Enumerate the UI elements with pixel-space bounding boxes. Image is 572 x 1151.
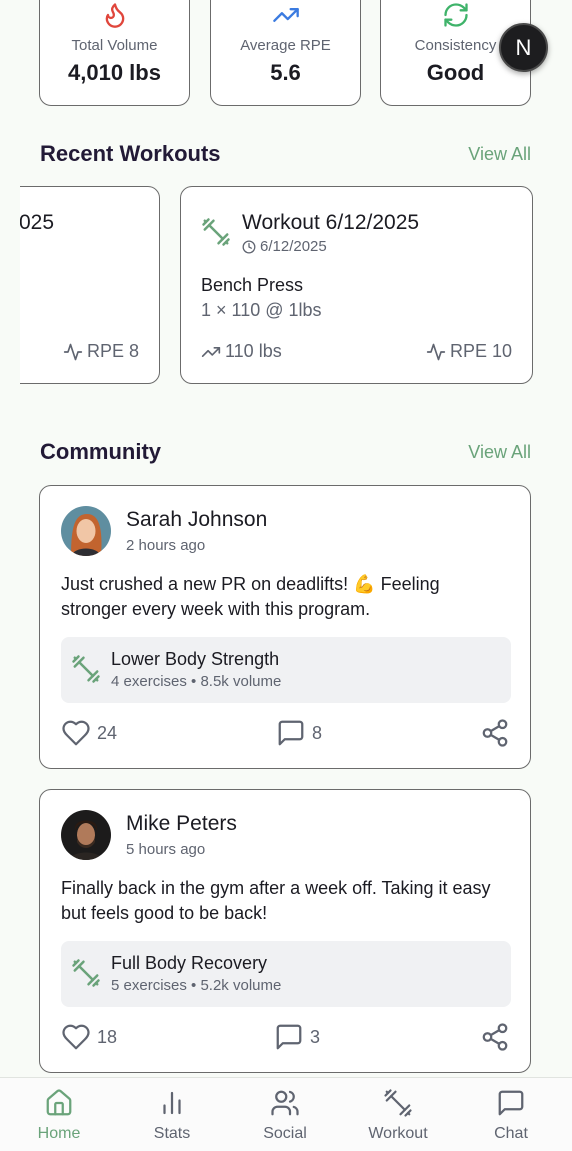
workout-title: Workout 6/12/2025 (242, 211, 420, 234)
shared-workout-meta: 4 exercises • 8.5k volume (111, 673, 282, 690)
dumbbell-icon (72, 959, 100, 987)
nav-item-workout[interactable]: Workout (341, 1078, 455, 1151)
nav-label: Chat (494, 1125, 528, 1142)
workout-title: 025 (20, 211, 55, 234)
like-button[interactable]: 18 (61, 1022, 117, 1052)
like-count: 18 (97, 1026, 118, 1047)
bar-chart-icon (163, 1091, 181, 1115)
share-icon (482, 719, 508, 747)
share-icon (482, 1023, 508, 1051)
post-author-name[interactable]: Sarah Johnson (126, 508, 267, 532)
bottom-nav: Home Stats Social Workout Chat (0, 1077, 572, 1151)
stat-card-total-volume: Total Volume 4,010 lbs (39, 0, 190, 106)
workout-volume-value: 110 lbs (225, 341, 282, 361)
workout-rpe-value: RPE 8 (86, 341, 139, 361)
clock-icon (242, 240, 256, 253)
workout-date-value: 6/12/2025 (260, 238, 327, 255)
shared-workout-name: Full Body Recovery (111, 953, 268, 973)
like-button[interactable]: 24 (61, 718, 117, 748)
community-post: Sarah Johnson 2 hours ago Just crushed a… (39, 485, 531, 769)
trending-up-icon (272, 8, 299, 23)
post-author-name[interactable]: Mike Peters (126, 812, 237, 836)
community-post: Mike Peters 5 hours ago Finally back in … (39, 789, 531, 1073)
post-text: Finally back in the gym after a week off… (61, 878, 491, 923)
shared-workout[interactable]: Full Body Recovery 5 exercises • 5.2k vo… (61, 941, 511, 1007)
nav-item-chat[interactable]: Chat (454, 1078, 568, 1151)
nav-item-home[interactable]: Home (2, 1078, 116, 1151)
comment-button[interactable]: 8 (276, 718, 322, 748)
comment-count: 3 (310, 1026, 321, 1047)
avatar[interactable] (61, 810, 111, 860)
dumbbell-icon (72, 655, 100, 683)
activity-icon (63, 343, 83, 360)
refresh-icon (443, 3, 468, 27)
stat-card-average-rpe: Average RPE 5.6 (210, 0, 361, 106)
share-button[interactable] (480, 718, 510, 748)
exercise-sets: 1 × 110 @ 1lbs (201, 300, 322, 320)
nav-label: Social (263, 1125, 307, 1142)
nav-item-stats[interactable]: Stats (115, 1078, 229, 1151)
profile-avatar-button[interactable]: N (499, 23, 548, 72)
share-button[interactable] (480, 1022, 510, 1052)
stat-label: Average RPE (240, 37, 331, 54)
stat-value: 4,010 lbs (68, 60, 161, 85)
trending-up-icon (201, 346, 221, 357)
nav-label: Workout (368, 1125, 428, 1142)
exercise-name: Bench Press (201, 275, 304, 295)
workout-rpe: RPE 8 (63, 341, 139, 362)
shared-workout[interactable]: Lower Body Strength 4 exercises • 8.5k v… (61, 637, 511, 703)
stat-value: 5.6 (270, 60, 301, 85)
recent-workouts-view-all-link[interactable]: View All (468, 144, 531, 165)
dumbbell-icon (384, 1089, 412, 1117)
comment-count: 8 (312, 722, 323, 743)
home-icon (46, 1089, 72, 1116)
community-view-all-link[interactable]: View All (468, 442, 531, 463)
workout-rpe: RPE 10 (426, 341, 512, 362)
heart-icon (62, 1024, 90, 1050)
community-title: Community (40, 439, 161, 464)
nav-item-social[interactable]: Social (228, 1078, 342, 1151)
like-count: 24 (97, 722, 118, 743)
shared-workout-name: Lower Body Strength (111, 649, 280, 669)
stat-label: Total Volume (71, 37, 158, 54)
workout-rpe-value: RPE 10 (449, 341, 512, 361)
post-timestamp: 5 hours ago (126, 841, 206, 858)
workout-card[interactable]: 025 RPE 8 (20, 186, 160, 384)
nav-label: Home (37, 1125, 81, 1142)
workout-volume: 110 lbs (201, 341, 282, 362)
nav-label: Stats (153, 1125, 191, 1142)
comment-button[interactable]: 3 (274, 1022, 320, 1052)
recent-workouts-carousel[interactable]: 025 RPE 8 Workout 6/12/2025 6/12/2025 Be… (20, 180, 572, 390)
workout-card[interactable]: Workout 6/12/2025 6/12/2025 Bench Press … (180, 186, 533, 384)
recent-workouts-title: Recent Workouts (40, 141, 221, 166)
chat-icon (498, 1090, 524, 1116)
comment-icon (278, 720, 304, 746)
comment-icon (276, 1024, 302, 1050)
heart-icon (62, 720, 90, 746)
post-timestamp: 2 hours ago (126, 537, 206, 554)
workout-date: 6/12/2025 (242, 238, 327, 255)
activity-icon (426, 343, 446, 360)
flame-icon (105, 3, 124, 28)
users-icon (271, 1090, 299, 1116)
avatar[interactable] (61, 506, 111, 556)
shared-workout-meta: 5 exercises • 5.2k volume (111, 977, 282, 994)
post-text: Just crushed a new PR on deadlifts! 💪 Fe… (61, 574, 440, 619)
dumbbell-icon (202, 218, 230, 246)
